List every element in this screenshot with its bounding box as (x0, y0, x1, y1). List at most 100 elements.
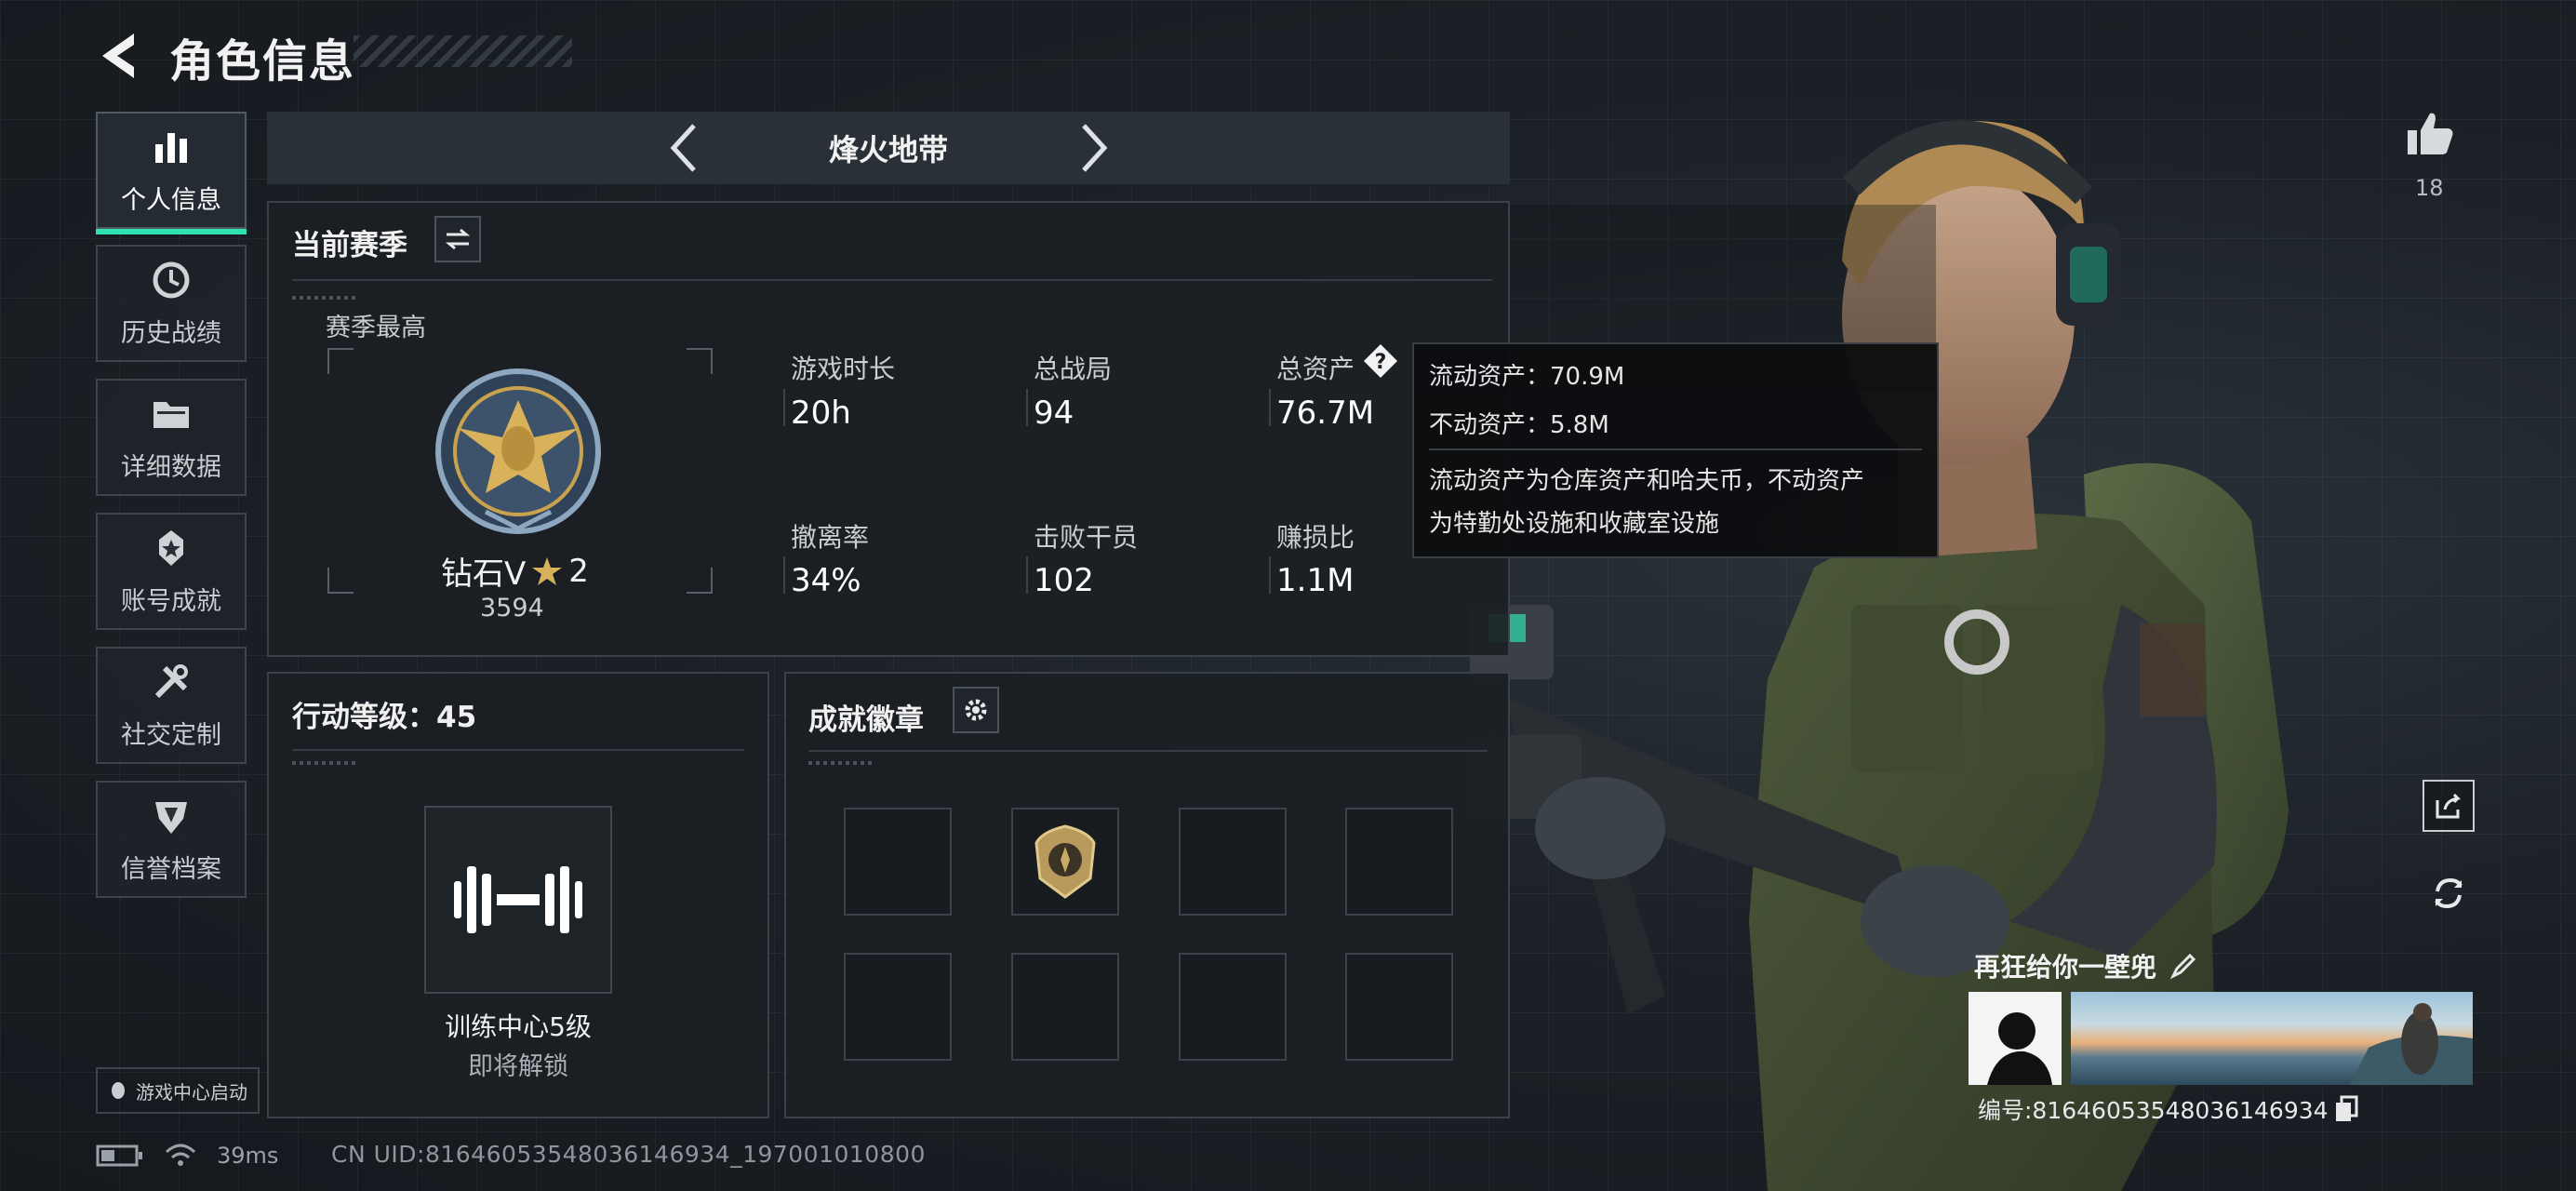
stat-value: 20h (791, 395, 851, 432)
stat-value: 76.7M (1276, 395, 1375, 432)
stat-label: 撤离率 (791, 522, 870, 553)
stat-divider (783, 389, 785, 426)
game-center-label: 游戏中心启动 (136, 1080, 247, 1104)
stat-value: 34% (791, 562, 861, 599)
page-title: 角色信息 (169, 35, 356, 87)
player-id-row: 编号:81646053548036146934 (1978, 1092, 2358, 1126)
share-button[interactable] (2423, 780, 2475, 832)
profile-banner[interactable] (2071, 992, 2473, 1085)
dumbbell-icon (454, 866, 582, 933)
rank-stars: 2 (568, 552, 589, 590)
tools-icon (154, 663, 188, 698)
uid-text: CN UID:81646053548036146934_197001010800 (331, 1141, 926, 1168)
season-heading: 当前赛季 (292, 229, 407, 262)
badge-slot[interactable] (1179, 808, 1287, 916)
swap-season-button[interactable] (434, 216, 481, 262)
training-center-status: 即将解锁 (468, 1052, 568, 1081)
chevron-right-icon[interactable] (1074, 122, 1112, 174)
history-clock-icon (153, 261, 190, 298)
title-decoration (354, 35, 572, 67)
season-best-label: 赛季最高 (326, 314, 426, 342)
training-center-tile[interactable] (424, 806, 612, 994)
battery-icon (96, 1144, 142, 1167)
stat-label: 游戏时长 (791, 354, 896, 384)
stat-label: 总资产 (1276, 354, 1355, 384)
frame-corner (687, 568, 713, 594)
stat-divider (1026, 556, 1028, 594)
decor-dash (292, 761, 357, 765)
player-name: 再狂给你一壁兜 (1974, 952, 2157, 983)
badge-slot[interactable] (844, 953, 952, 1061)
sidebar-item-label: 信誉档案 (121, 854, 221, 884)
avatar[interactable] (1969, 992, 2062, 1085)
stat-value: 1.1M (1276, 562, 1355, 599)
shield-emblem-icon (155, 801, 187, 834)
sidebar-item-history[interactable]: 历史战绩 (96, 245, 247, 362)
sidebar-item-social-custom[interactable]: 社交定制 (96, 647, 247, 764)
sidebar-item-personal-info[interactable]: 个人信息 (96, 112, 247, 234)
tooltip-divider (1429, 448, 1922, 450)
sidebar-item-reputation[interactable]: 信誉档案 (96, 781, 247, 898)
rank-display: 钻石V 2 (441, 548, 589, 594)
frame-corner (327, 348, 354, 374)
tooltip-fixed-assets: 不动资产：5.8M (1429, 411, 1609, 439)
tooltip-description: 流动资产为仓库资产和哈夫币，不动资产 (1429, 467, 1865, 495)
badges-divider (808, 750, 1488, 752)
refresh-icon (2435, 877, 2463, 909)
assets-tooltip: 流动资产：70.9M 不动资产：5.8M 流动资产为仓库资产和哈夫币，不动资产 … (1412, 342, 1939, 558)
edit-pencil-icon[interactable] (2169, 952, 2197, 980)
stat-label: 总战局 (1034, 354, 1113, 384)
sidebar-item-label: 社交定制 (121, 720, 221, 750)
badge-slot[interactable] (1345, 953, 1453, 1061)
game-center-launch-button[interactable]: 游戏中心启动 (96, 1067, 260, 1114)
training-center-name: 训练中心5级 (445, 1011, 592, 1042)
like-count: 18 (2415, 175, 2444, 201)
stat-value: 102 (1034, 562, 1094, 599)
sidebar-item-achievements[interactable]: 账号成就 (96, 513, 247, 630)
penguin-icon (112, 1082, 125, 1099)
stat-divider (1269, 556, 1271, 594)
action-level-heading: 行动等级：45 (292, 701, 477, 734)
star-icon (532, 556, 563, 585)
sidebar-item-detailed-data[interactable]: 详细数据 (96, 379, 247, 496)
svg-text:?: ? (1375, 351, 1387, 374)
frame-corner (327, 568, 354, 594)
tooltip-description: 为特勤处设施和收藏室设施 (1429, 510, 1720, 538)
mode-title: 烽火地带 (828, 132, 948, 167)
frame-corner (687, 348, 713, 374)
stat-label: 赚损比 (1276, 522, 1355, 553)
player-name-row: 再狂给你一壁兜 (1974, 947, 2197, 984)
folder-icon (153, 401, 189, 428)
badge-emblem-icon (1034, 824, 1096, 899)
stat-value: 94 (1034, 395, 1074, 432)
tooltip-liquid-assets: 流动资产：70.9M (1429, 363, 1625, 391)
refresh-button[interactable] (2423, 867, 2475, 919)
stat-divider (1026, 389, 1028, 426)
thumbs-up-icon[interactable] (2404, 108, 2456, 160)
rank-score: 3594 (480, 594, 544, 622)
gear-icon (965, 699, 987, 721)
swap-arrows-icon (445, 228, 471, 250)
badge-settings-button[interactable] (953, 687, 999, 733)
badge-slot[interactable] (1179, 953, 1287, 1061)
badges-heading: 成就徽章 (808, 703, 924, 737)
help-icon[interactable]: ? (1362, 342, 1399, 383)
badge-slot[interactable] (1011, 953, 1119, 1061)
back-arrow-icon[interactable] (93, 28, 145, 84)
sidebar-item-label: 账号成就 (121, 586, 221, 616)
status-bar: 39ms (96, 1143, 278, 1169)
copy-icon[interactable] (2334, 1095, 2358, 1123)
player-id: 编号:81646053548036146934 (1978, 1097, 2329, 1124)
medal-icon (159, 529, 183, 566)
avatar-silhouette-icon (1987, 1012, 2052, 1085)
diamond-rank-emblem-icon (435, 368, 601, 534)
badge-slot[interactable] (844, 808, 952, 916)
stat-divider (783, 556, 785, 594)
ping-value: 39ms (217, 1143, 279, 1169)
wifi-icon (165, 1144, 196, 1166)
badge-slot[interactable] (1345, 808, 1453, 916)
badge-slot[interactable] (1011, 808, 1119, 916)
decor-dash (292, 296, 357, 300)
bar-chart-icon (155, 132, 187, 163)
sidebar-item-label: 详细数据 (121, 452, 221, 482)
